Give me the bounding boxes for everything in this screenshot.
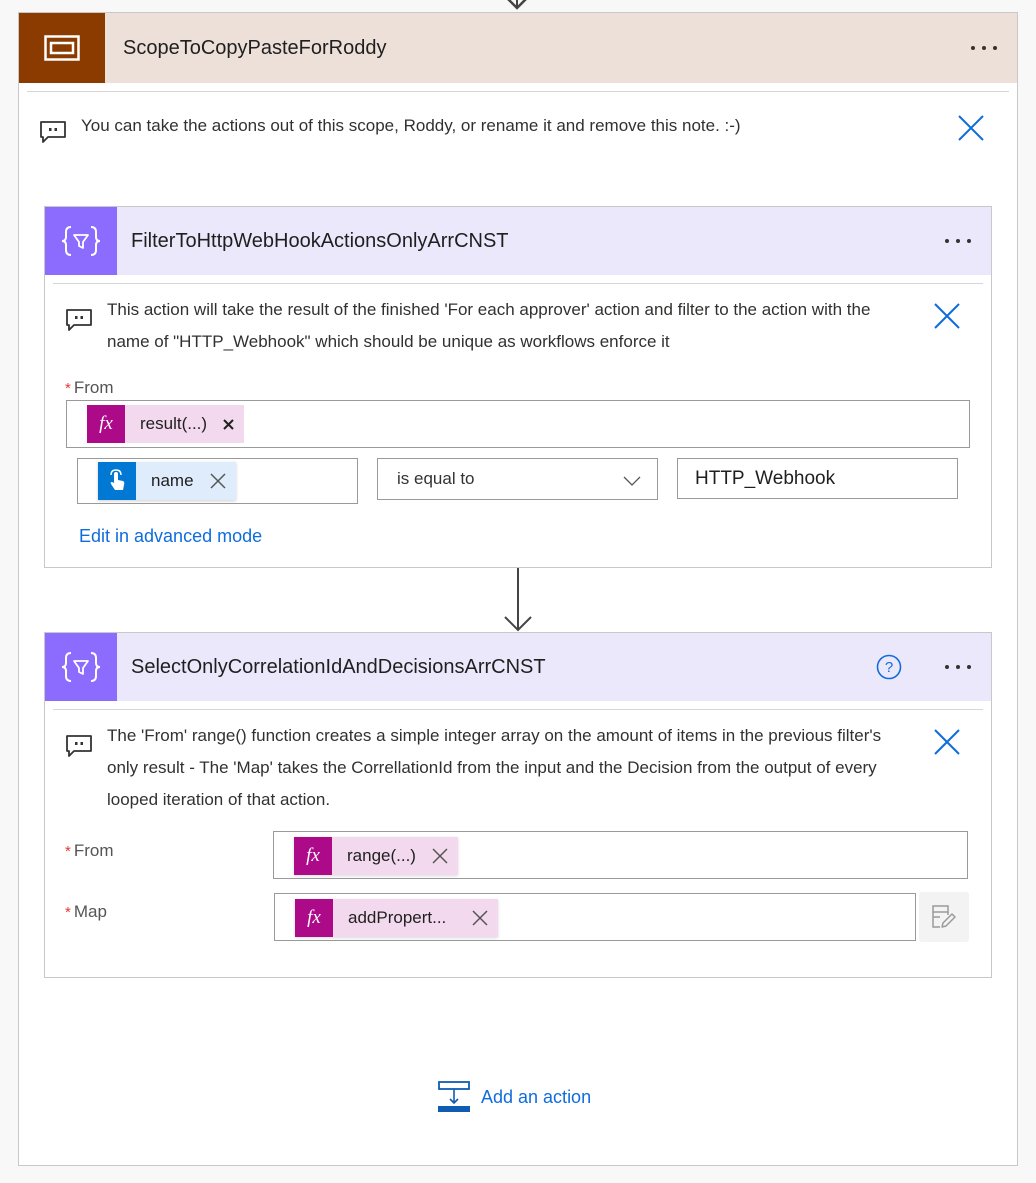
action-card-filter: FilterToHttpWebHookActionsOnlyArrCNST Th… bbox=[44, 206, 992, 568]
touch-icon bbox=[98, 462, 136, 500]
scope-note-text: You can take the actions out of this sco… bbox=[81, 116, 741, 135]
divider bbox=[27, 91, 1009, 92]
operator-value: is equal to bbox=[397, 469, 475, 488]
comment-icon bbox=[40, 121, 66, 143]
token-body: result(...) bbox=[125, 405, 245, 443]
close-note-icon[interactable] bbox=[933, 728, 961, 756]
divider bbox=[53, 709, 983, 710]
dot bbox=[967, 239, 971, 243]
action-more-options-button[interactable] bbox=[945, 239, 971, 243]
switch-map-mode-button[interactable] bbox=[919, 892, 969, 942]
from-label: * From bbox=[65, 378, 114, 398]
token-label: result(...) bbox=[140, 414, 208, 433]
map-label-text: Map bbox=[73, 902, 107, 921]
remove-token-icon[interactable] bbox=[432, 848, 448, 864]
required-asterisk: * bbox=[65, 843, 71, 860]
fx-icon: fx bbox=[295, 899, 333, 937]
from-input[interactable]: fx range(...) bbox=[273, 831, 968, 879]
token-label: name bbox=[151, 471, 194, 490]
add-action-icon bbox=[438, 1081, 470, 1112]
dot bbox=[956, 239, 960, 243]
remove-token-icon[interactable] bbox=[210, 473, 226, 489]
map-input[interactable]: fx addPropert... bbox=[274, 893, 916, 941]
from-label-text: From bbox=[73, 841, 114, 860]
filter-array-icon bbox=[45, 207, 117, 275]
dot bbox=[971, 46, 975, 50]
dynamic-content-token[interactable]: name bbox=[98, 462, 236, 500]
from-label-text: From bbox=[73, 378, 114, 397]
action-header[interactable]: SelectOnlyCorrelationIdAndDecisionsArrCN… bbox=[45, 633, 991, 701]
action-note-text: The 'From' range() function creates a si… bbox=[107, 726, 882, 809]
condition-right-value: HTTP_Webhook bbox=[695, 467, 836, 489]
connector-arrow-icon bbox=[504, 568, 532, 632]
action-note-text: This action will take the result of the … bbox=[107, 300, 871, 351]
dot bbox=[982, 46, 986, 50]
from-input[interactable]: fx result(...) bbox=[66, 400, 970, 448]
scope-icon bbox=[19, 13, 105, 83]
incoming-arrow-icon bbox=[507, 0, 527, 10]
token-label: addPropert... bbox=[348, 908, 447, 927]
scope-container: ScopeToCopyPasteForRoddy You can take th… bbox=[18, 12, 1018, 1166]
fx-icon: fx bbox=[294, 837, 332, 875]
scope-title: ScopeToCopyPasteForRoddy bbox=[123, 36, 387, 59]
dot bbox=[945, 665, 949, 669]
add-action-label: Add an action bbox=[481, 1086, 592, 1107]
edit-advanced-mode-link[interactable]: Edit in advanced mode bbox=[79, 526, 262, 547]
action-title: SelectOnlyCorrelationIdAndDecisionsArrCN… bbox=[131, 655, 546, 678]
action-more-options-button[interactable] bbox=[945, 665, 971, 669]
action-title: FilterToHttpWebHookActionsOnlyArrCNST bbox=[131, 229, 509, 252]
comment-icon bbox=[66, 309, 92, 331]
token-body: range(...) bbox=[332, 837, 458, 875]
chevron-down-icon bbox=[623, 476, 641, 486]
map-label: * Map bbox=[65, 902, 107, 922]
action-note: This action will take the result of the … bbox=[65, 294, 991, 358]
expression-token[interactable]: fx range(...) bbox=[294, 837, 458, 875]
scope-header[interactable]: ScopeToCopyPasteForRoddy bbox=[19, 13, 1017, 83]
scope-note: You can take the actions out of this sco… bbox=[39, 110, 1017, 144]
action-card-select: SelectOnlyCorrelationIdAndDecisionsArrCN… bbox=[44, 632, 992, 978]
scope-more-options-button[interactable] bbox=[971, 46, 997, 50]
expression-token[interactable]: fx result(...) bbox=[87, 405, 245, 443]
dot bbox=[956, 665, 960, 669]
fx-icon: fx bbox=[87, 405, 125, 443]
edit-form-icon bbox=[932, 905, 956, 928]
close-note-icon[interactable] bbox=[933, 302, 961, 330]
dot bbox=[993, 46, 997, 50]
dot bbox=[945, 239, 949, 243]
svg-text:?: ? bbox=[885, 659, 893, 676]
remove-token-icon[interactable] bbox=[472, 910, 488, 926]
condition-right-input[interactable]: HTTP_Webhook bbox=[677, 458, 958, 499]
action-note: The 'From' range() function creates a si… bbox=[65, 720, 991, 816]
token-body: addPropert... bbox=[333, 899, 499, 937]
comment-icon bbox=[66, 735, 92, 757]
divider bbox=[53, 283, 983, 284]
action-header[interactable]: FilterToHttpWebHookActionsOnlyArrCNST bbox=[45, 207, 991, 275]
select-icon bbox=[45, 633, 117, 701]
condition-left-input[interactable]: name bbox=[77, 458, 358, 504]
expression-token[interactable]: fx addPropert... bbox=[295, 899, 499, 937]
add-action-button[interactable]: Add an action bbox=[438, 1081, 591, 1113]
token-label: range(...) bbox=[347, 846, 416, 865]
from-label: * From bbox=[65, 841, 114, 861]
remove-token-icon[interactable] bbox=[223, 418, 234, 430]
required-asterisk: * bbox=[65, 380, 71, 397]
help-icon[interactable]: ? bbox=[876, 654, 902, 680]
operator-dropdown[interactable]: is equal to bbox=[377, 458, 658, 500]
token-body: name bbox=[136, 462, 236, 500]
close-note-icon[interactable] bbox=[957, 114, 985, 142]
dot bbox=[967, 665, 971, 669]
required-asterisk: * bbox=[65, 904, 71, 921]
